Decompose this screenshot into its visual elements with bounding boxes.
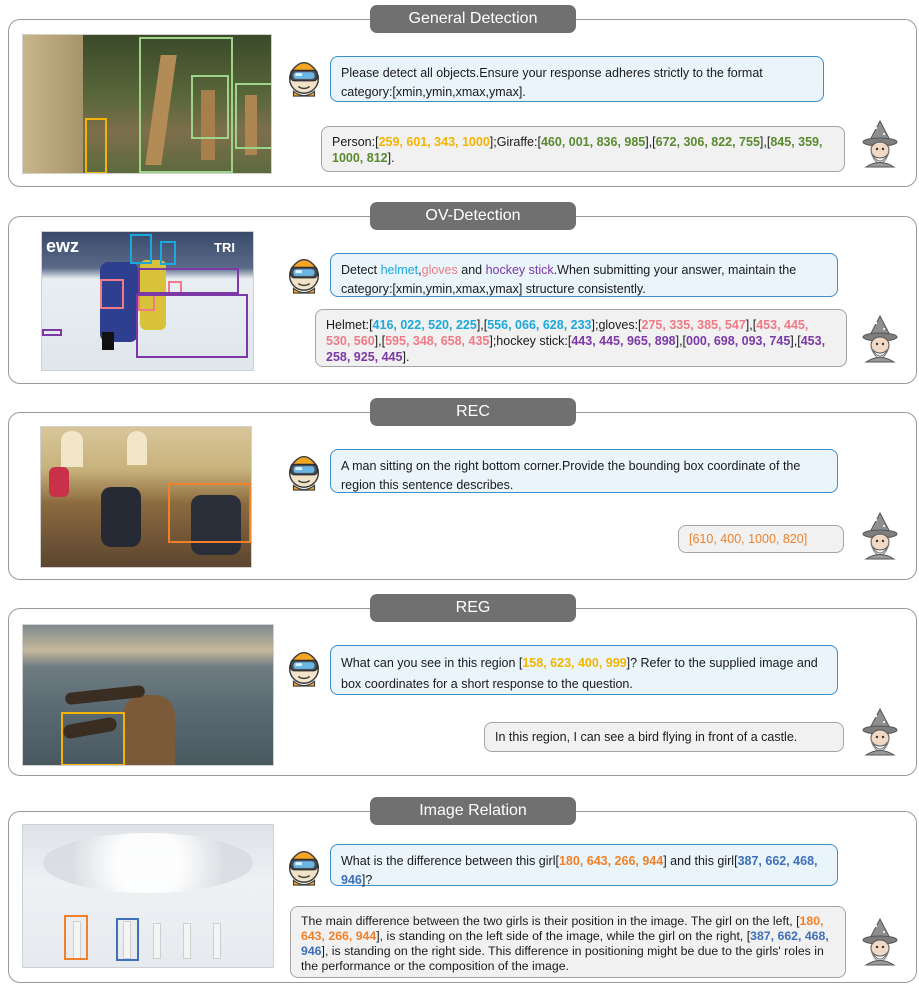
answer-text: Helmet:[ [326, 318, 373, 332]
image-castle-birds [22, 624, 274, 766]
bbox-stick-2 [42, 329, 62, 336]
box-giraffe-2: 672, 306, 822, 755 [655, 135, 760, 149]
bbox-helmet-2 [160, 241, 176, 265]
question-ov-detection: Detect helmet,gloves and hockey stick.Wh… [330, 253, 838, 297]
bbox-girl-left [64, 915, 88, 960]
section-title-general-detection: General Detection [370, 5, 576, 33]
answer-text: ],[ [745, 318, 757, 332]
wizard-avatar-icon [862, 708, 898, 756]
vr-robot-avatar-icon [288, 651, 320, 687]
answer-text: ],[ [759, 135, 771, 149]
answer-text: ],[ [476, 318, 488, 332]
bbox-giraffe-3 [235, 83, 271, 149]
answer-text: ];gloves:[ [591, 318, 642, 332]
ewz-sign: ewz [46, 236, 80, 256]
vr-robot-avatar-icon [288, 850, 320, 886]
bbox-stick-1 [136, 294, 248, 358]
vr-robot-avatar-icon [288, 455, 320, 491]
bbox-bird [61, 712, 125, 765]
bbox-helmet-1 [130, 234, 152, 264]
answer-text: ]. [387, 151, 395, 165]
box-gloves-3: 595, 348, 658, 435 [385, 334, 490, 348]
wizard-avatar-icon [862, 918, 898, 966]
wizard-avatar-icon [862, 315, 898, 363]
answer-text: ],[ [790, 334, 801, 348]
box-helmet-1: 416, 022, 520, 225 [372, 318, 477, 332]
box-person: 259, 601, 343, 1000 [378, 135, 490, 149]
keyword-gloves: gloves [421, 263, 458, 277]
box-stick-1: 443, 445, 965, 898 [571, 334, 676, 348]
keyword-helmet: helmet [380, 263, 419, 277]
answer-text: ] [803, 532, 808, 546]
answer-general-detection: Person:[259, 601, 343, 1000];Giraffe:[46… [321, 126, 845, 172]
image-girls-stage [22, 824, 274, 968]
question-text: What is the difference between this girl… [341, 854, 559, 868]
vr-robot-avatar-icon [288, 61, 320, 97]
answer-text: ], is standing on the right side. This d… [301, 944, 824, 973]
question-text: ] and this girl[ [663, 854, 738, 868]
section-title-ov-detection: OV-Detection [370, 202, 576, 230]
tri-sign: TRI [214, 240, 235, 255]
section-title-rec: REC [370, 398, 576, 426]
box-girl-left: 180, 643, 266, 944 [558, 854, 664, 868]
bbox-person [85, 118, 107, 173]
answer-text: ]. [402, 350, 410, 364]
answer-text: The main difference between the two girl… [301, 914, 800, 928]
bbox-stick-3 [138, 268, 239, 294]
answer-text: Person:[ [332, 135, 379, 149]
section-title-image-relation: Image Relation [370, 797, 576, 825]
question-text: Detect [341, 263, 381, 277]
answer-text: ], is standing on the left side of the i… [376, 929, 751, 943]
question-rec: A man sitting on the right bottom corner… [330, 449, 838, 493]
answer-ov-detection: Helmet:[416, 022, 520, 225],[556, 066, 6… [315, 309, 847, 367]
question-text: and [457, 263, 486, 277]
answer-image-relation: The main difference between the two girl… [290, 906, 846, 978]
image-oval-office [40, 426, 252, 568]
answer-text: ],[ [675, 334, 687, 348]
box-bird: 158, 623, 400, 999 [522, 656, 627, 670]
box-stick-2: 000, 698, 093, 745 [686, 334, 791, 348]
box-man-right: 610, 400, 1000, 820 [692, 532, 804, 546]
bbox-giraffe-2 [191, 75, 229, 139]
question-text: ]? [361, 873, 373, 887]
wizard-avatar-icon [862, 120, 898, 168]
answer-text: ],[ [645, 135, 656, 149]
image-giraffes [22, 34, 272, 174]
box-giraffe-1: 460, 001, 836, 985 [540, 135, 646, 149]
bbox-man-right [168, 483, 251, 543]
answer-text: ];Giraffe:[ [489, 135, 541, 149]
question-image-relation: What is the difference between this girl… [330, 844, 838, 887]
bbox-girl-right [116, 918, 139, 961]
image-hockey: ewz TRI [41, 231, 254, 371]
answer-reg: In this region, I can see a bird flying … [484, 722, 844, 752]
section-title-reg: REG [370, 594, 576, 622]
keyword-hockey-stick: hockey stick [485, 263, 554, 277]
question-reg: What can you see in this region [158, 62… [330, 645, 838, 695]
box-helmet-2: 556, 066, 628, 233 [487, 318, 592, 332]
wizard-avatar-icon [862, 512, 898, 560]
question-general-detection: Please detect all objects.Ensure your re… [330, 56, 824, 102]
answer-text: ];hockey stick:[ [489, 334, 572, 348]
answer-rec: [610, 400, 1000, 820] [678, 525, 844, 553]
bbox-gloves-1 [100, 279, 124, 309]
question-text: What can you see in this region [ [341, 656, 523, 670]
answer-text: ],[ [374, 334, 386, 348]
vr-robot-avatar-icon [288, 258, 320, 294]
box-gloves-1: 275, 335, 385, 547 [641, 318, 746, 332]
